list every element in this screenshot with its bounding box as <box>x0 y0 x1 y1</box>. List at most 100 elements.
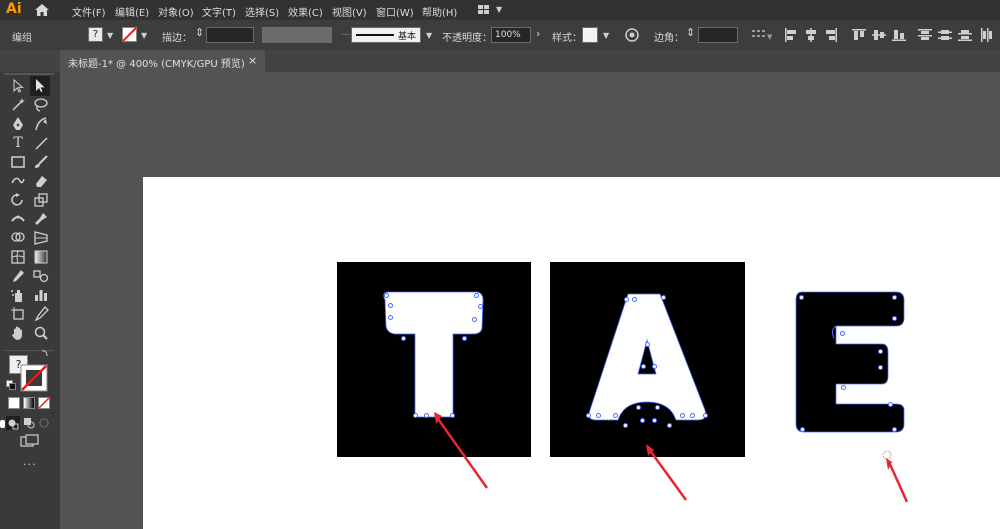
align-left-icon[interactable] <box>784 28 798 42</box>
menu-effect[interactable]: 效果(C) <box>288 4 323 19</box>
panel-grip[interactable] <box>4 73 54 75</box>
home-icon[interactable] <box>34 2 50 18</box>
edit-toolbar-icon[interactable]: ··· <box>23 458 37 471</box>
paintbrush-tool-icon[interactable] <box>33 154 49 170</box>
align-horizontal-center-icon[interactable] <box>804 28 818 42</box>
draw-behind-icon[interactable] <box>23 417 35 429</box>
panel-expand-handle[interactable] <box>0 420 5 428</box>
color-mode-icon[interactable] <box>8 397 20 409</box>
menu-select[interactable]: 选择(S) <box>245 4 279 19</box>
anchor-point[interactable] <box>840 331 845 336</box>
align-right-icon[interactable] <box>824 28 838 42</box>
anchor-point[interactable] <box>703 413 708 418</box>
anchor-point[interactable] <box>424 413 429 418</box>
anchor-point[interactable] <box>636 405 641 410</box>
shaper-tool-icon[interactable] <box>10 173 26 189</box>
stroke-weight-input[interactable] <box>206 27 254 43</box>
menu-type[interactable]: 文字(T) <box>202 4 236 19</box>
workspace-switcher-icon[interactable] <box>478 4 492 16</box>
perspective-grid-tool-icon[interactable] <box>33 230 49 246</box>
distribute-vertical-center-icon[interactable] <box>938 28 952 42</box>
anchor-point[interactable] <box>462 336 467 341</box>
align-options-icon[interactable]: ▼ <box>752 28 774 42</box>
direct-selection-tool-active[interactable] <box>30 76 50 96</box>
menu-object[interactable]: 对象(O) <box>158 4 194 19</box>
mesh-tool-icon[interactable] <box>10 249 26 265</box>
anchor-point[interactable] <box>878 365 883 370</box>
anchor-point[interactable] <box>892 295 897 300</box>
anchor-point[interactable] <box>661 295 666 300</box>
none-mode-icon[interactable] <box>38 397 50 409</box>
menu-help[interactable]: 帮助(H) <box>422 4 457 19</box>
style-dropdown-icon[interactable]: ▼ <box>603 31 609 40</box>
align-vertical-center-icon[interactable] <box>872 28 886 42</box>
anchor-point[interactable] <box>690 413 695 418</box>
line-segment-tool-icon[interactable] <box>33 135 49 151</box>
curvature-tool-icon[interactable] <box>33 116 49 132</box>
type-tool-icon[interactable]: T <box>10 135 26 151</box>
anchor-point[interactable] <box>624 297 629 302</box>
lasso-tool-icon[interactable] <box>33 97 49 113</box>
zoom-tool-icon[interactable] <box>33 325 49 341</box>
corner-stepper-icon[interactable]: ⇕ <box>686 26 695 39</box>
default-fill-stroke-icon[interactable] <box>6 380 16 390</box>
anchor-point[interactable] <box>667 423 672 428</box>
shape-builder-tool-icon[interactable] <box>10 230 26 246</box>
draw-normal-mode-active[interactable] <box>6 416 20 430</box>
anchor-point[interactable] <box>586 413 591 418</box>
selection-tool-icon[interactable] <box>10 78 26 94</box>
screen-mode-icon[interactable] <box>20 434 40 448</box>
anchor-point[interactable] <box>680 413 685 418</box>
distribute-left-icon[interactable] <box>980 28 994 42</box>
column-graph-tool-icon[interactable] <box>33 287 49 303</box>
stroke-none-swatch[interactable] <box>122 27 137 42</box>
opacity-arrow-icon[interactable]: › <box>536 27 540 40</box>
draw-inside-icon[interactable] <box>38 417 50 429</box>
anchor-point[interactable] <box>640 418 645 423</box>
anchor-point[interactable] <box>401 336 406 341</box>
puppet-warp-tool-icon[interactable] <box>33 211 49 227</box>
document-tab[interactable]: 未标题-1* @ 400% (CMYK/GPU 预览) × <box>60 50 265 72</box>
recolor-artwork-icon[interactable] <box>625 28 639 42</box>
blend-tool-icon[interactable] <box>33 268 49 284</box>
stroke-color-box[interactable] <box>20 364 48 392</box>
anchor-point[interactable] <box>892 316 897 321</box>
distribute-bottom-icon[interactable] <box>958 28 972 42</box>
anchor-point[interactable] <box>841 385 846 390</box>
graphic-style-swatch[interactable] <box>582 27 598 43</box>
opacity-input[interactable]: 100% <box>491 27 531 43</box>
distribute-top-icon[interactable] <box>918 28 932 42</box>
pen-tool-icon[interactable] <box>10 116 26 132</box>
gradient-tool-icon[interactable] <box>33 249 49 265</box>
align-top-icon[interactable] <box>852 28 866 42</box>
scale-tool-icon[interactable] <box>33 192 49 208</box>
brush-definition[interactable]: 基本 <box>351 27 421 43</box>
anchor-point[interactable] <box>888 402 893 407</box>
letter-tile-a[interactable]: A <box>550 262 745 457</box>
brush-dropdown-icon[interactable]: ▼ <box>426 31 432 40</box>
slice-tool-icon[interactable] <box>33 306 49 322</box>
stroke-dropdown-icon[interactable]: ▼ <box>141 31 147 40</box>
swap-fill-stroke-icon[interactable] <box>40 348 50 358</box>
corner-radius-input[interactable] <box>698 27 738 43</box>
variable-width-profile[interactable] <box>262 27 332 43</box>
anchor-point[interactable] <box>632 297 637 302</box>
anchor-point[interactable] <box>478 304 483 309</box>
fill-dropdown-icon[interactable]: ▼ <box>107 31 113 40</box>
anchor-point[interactable] <box>388 303 393 308</box>
menu-view[interactable]: 视图(V) <box>332 4 367 19</box>
anchor-point[interactable] <box>596 413 601 418</box>
anchor-point[interactable] <box>641 364 646 369</box>
hand-tool-icon[interactable] <box>10 325 26 341</box>
anchor-point[interactable] <box>800 427 805 432</box>
rotate-tool-icon[interactable] <box>10 192 26 208</box>
eyedropper-tool-icon[interactable] <box>10 268 26 284</box>
fill-swatch[interactable]: ? <box>88 27 103 42</box>
anchor-point[interactable] <box>652 418 657 423</box>
anchor-point[interactable] <box>384 293 389 298</box>
align-bottom-icon[interactable] <box>892 28 906 42</box>
anchor-point[interactable] <box>652 364 657 369</box>
anchor-point[interactable] <box>892 427 897 432</box>
anchor-point[interactable] <box>645 342 650 347</box>
menu-edit[interactable]: 编辑(E) <box>115 4 149 19</box>
